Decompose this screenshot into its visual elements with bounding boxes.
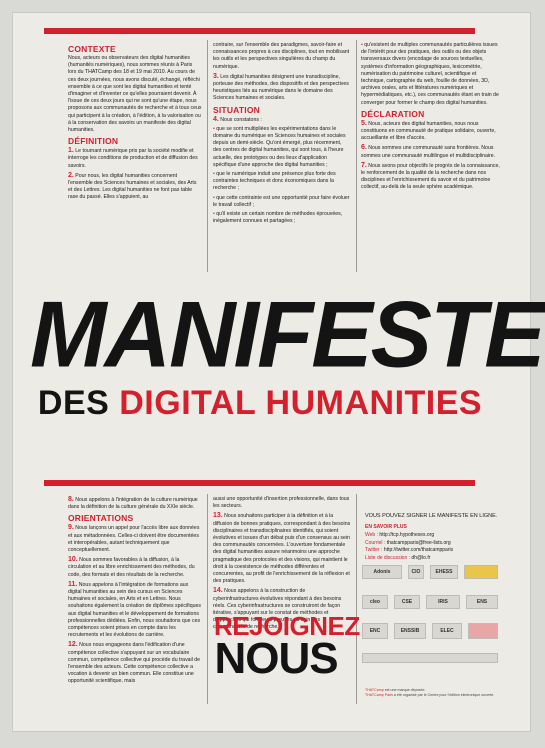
paragraph-6: 6. Nous sommes une communauté sans front… [361,144,496,159]
logo-strip [362,653,498,663]
bottom-red-rule [44,480,475,486]
footnote-line-2: THATCamp Paris a été organisé par le Cen… [365,693,495,697]
logo-cio: CIO [408,565,424,579]
heading-situation: SITUATION [213,104,260,115]
column-separator [207,40,208,272]
paragraph-2-cont: contraire, sur l'ensemble des paradigmes… [213,42,350,70]
paragraph-contexte: Nous, acteurs ou observateurs des digita… [68,55,202,134]
paragraph-9: 9. Nous lançons un appel pour l'accès li… [68,524,200,554]
heading-orientations: ORIENTATIONS [68,513,134,524]
bullet-5: • qu'existent de multiples communautés p… [361,42,499,106]
column-separator [207,494,208,704]
paragraph-10: 10. Nous sommes favorables à la diffusio… [68,556,195,578]
paragraph-5: 5. Nous, acteurs des digital humanities,… [361,119,496,142]
column-separator [356,40,357,272]
paragraph-13: 13. Nous souhaitons participer à la défi… [213,512,351,585]
logo-adonis: Adonis [362,565,402,579]
title-subtitle: DES DIGITAL HUMANITIES [30,385,490,421]
footnote: THATCamp est une marque déposée. THATCam… [365,688,499,698]
link-twitter[interactable]: Twitter : http://twitter.com/thatcamppar… [365,547,499,555]
column-contexte: CONTEXTE Nous, acteurs ou observateurs d… [68,42,202,204]
paragraph-11: 11. Nous appelons à l'intégration de for… [68,580,201,639]
link-courriel[interactable]: Courriel : thatcampparis@free-lists.org [365,540,499,548]
logo-cse: CSE [394,595,420,609]
sign-block: VOUS POUVEZ SIGNER LE MANIFESTE EN LIGNE… [365,513,499,562]
bullet-1: • que se sont multipliées les expériment… [213,125,346,168]
bullet-4: • qu'il existe un certain nombre de méth… [213,211,343,225]
paragraph-7: 7. Nous avons pour objectifs le progrès … [361,161,500,191]
link-web[interactable]: Web : http://tcp.hypotheses.org [365,532,499,540]
paragraph-4: 4. Nous constatons : [213,115,262,123]
top-red-rule [44,28,475,34]
paragraph-8: 8. Nous appelons à l'intégration de la c… [68,496,198,511]
heading-declaration: DÉCLARATION [361,108,425,119]
logo-ens: ENS [466,595,498,609]
column-separator [356,494,357,704]
paragraph-12-cont: aussi une opportunité d'insertion profes… [213,496,350,510]
logo-cleo: cleo [362,595,388,609]
logo-iris: IRIS [426,595,460,609]
bullet-3: • que cette contrainte est une opportuni… [213,194,350,208]
logo-red [468,623,498,639]
nous-text: NOUS [214,634,338,683]
column-situation: contraire, sur l'ensemble des paradigmes… [213,42,351,227]
heading-definition: DÉFINITION [68,136,119,147]
sign-online-text: VOUS POUVEZ SIGNER LE MANIFESTE EN LIGNE… [365,513,498,519]
paragraph-1: 1. Le tournant numérique pris par la soc… [68,147,198,169]
bullet-2: • que le numérique induit une présence p… [213,171,336,192]
paragraph-2: 2. Pour nous, les digital humanities con… [68,171,197,201]
paragraph-12: 12. Nous nous engageons dans l'édificati… [68,641,201,685]
logo-elec: ELEC [432,623,462,639]
logo-ehess: EHESS [430,565,458,579]
title-des: DES [37,384,120,422]
title-digital-humanities: DIGITAL HUMANITIES [119,384,483,422]
logo-enc: ENC [362,623,388,639]
title-manifeste: MANIFESTE [30,282,545,388]
logo-enssib: ENSSIB [394,623,426,639]
heading-contexte: CONTEXTE [68,44,116,54]
en-savoir-plus: EN SAVOIR PLUS [365,524,407,530]
column-declaration: • qu'existent de multiples communautés p… [361,42,501,194]
paragraph-3: 3. Les digital humanities désignent une … [213,72,349,102]
link-liste[interactable]: Liste de discussion : dh@lo.fr [365,555,499,563]
logo-seal [464,565,498,579]
column-orientations: 8. Nous appelons à l'intégration de la c… [68,496,202,688]
